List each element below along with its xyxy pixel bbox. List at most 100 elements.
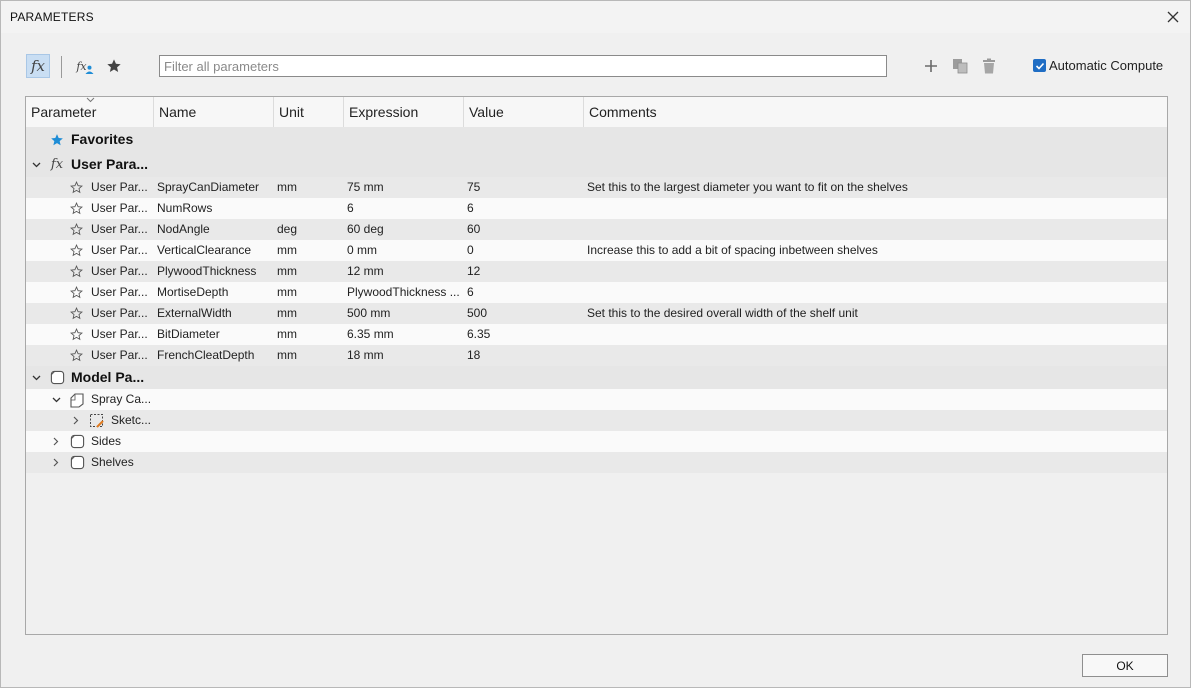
unit-cell[interactable]: mm: [277, 324, 343, 345]
tree-row-sketch[interactable]: Sketc...: [26, 410, 1167, 431]
name-cell[interactable]: MortiseDepth: [157, 282, 273, 303]
chevron-down-icon[interactable]: [30, 366, 42, 389]
window-title: PARAMETERS: [10, 10, 94, 24]
expression-cell[interactable]: 75 mm: [347, 177, 463, 198]
comments-cell[interactable]: Set this to the desired overall width of…: [587, 303, 1157, 324]
comments-cell[interactable]: Set this to the largest diameter you wan…: [587, 177, 1157, 198]
table-row[interactable]: User Par... VerticalClearance mm 0 mm 0 …: [26, 240, 1167, 261]
tree-row-shelves[interactable]: Shelves: [26, 452, 1167, 473]
tree-row-spray-can[interactable]: Spray Ca...: [26, 389, 1167, 410]
name-cell[interactable]: NumRows: [157, 198, 273, 219]
user-parameters-group-row[interactable]: fx User Para...: [26, 152, 1167, 177]
show-all-parameters-button[interactable]: fx: [26, 54, 50, 78]
user-parameters-group-label: User Para...: [71, 156, 149, 172]
star-outline-icon[interactable]: [69, 219, 83, 240]
automatic-compute-checkbox[interactable]: [1033, 59, 1046, 72]
expression-cell[interactable]: 12 mm: [347, 261, 463, 282]
star-outline-icon[interactable]: [69, 324, 83, 345]
unit-cell[interactable]: deg: [277, 219, 343, 240]
chevron-right-icon[interactable]: [50, 452, 62, 473]
column-header-name[interactable]: Name: [154, 97, 274, 127]
star-outline-icon[interactable]: [69, 240, 83, 261]
chevron-down-icon[interactable]: [30, 152, 42, 177]
comments-cell[interactable]: [587, 219, 1157, 240]
name-cell[interactable]: FrenchCleatDepth: [157, 345, 273, 366]
name-cell[interactable]: SprayCanDiameter: [157, 177, 273, 198]
unit-cell[interactable]: mm: [277, 345, 343, 366]
parameter-cell: User Par...: [91, 306, 148, 320]
unit-cell[interactable]: mm: [277, 240, 343, 261]
table-header: Parameter Name Unit Expression Value Com…: [26, 97, 1167, 127]
table-row[interactable]: User Par... NumRows 6 6: [26, 198, 1167, 219]
comments-cell[interactable]: Increase this to add a bit of spacing in…: [587, 240, 1157, 261]
chevron-right-icon[interactable]: [50, 431, 62, 452]
expression-cell[interactable]: PlywoodThickness ...: [347, 282, 463, 303]
unit-cell[interactable]: mm: [277, 303, 343, 324]
fx-glyph: fx: [50, 157, 64, 172]
parameter-cell: User Par...: [91, 327, 148, 341]
name-cell[interactable]: BitDiameter: [157, 324, 273, 345]
star-filled-icon: [50, 127, 64, 152]
table-row[interactable]: User Par... SprayCanDiameter mm 75 mm 75…: [26, 177, 1167, 198]
comments-cell[interactable]: [587, 198, 1157, 219]
chevron-down-icon[interactable]: [50, 389, 62, 410]
unit-cell[interactable]: [277, 198, 343, 219]
expression-cell[interactable]: 500 mm: [347, 303, 463, 324]
comments-cell[interactable]: [587, 324, 1157, 345]
tree-label-spray-can: Spray Ca...: [91, 392, 152, 406]
value-cell: 18: [467, 348, 481, 362]
parameter-cell: User Par...: [91, 180, 148, 194]
comments-cell[interactable]: [587, 261, 1157, 282]
name-cell[interactable]: NodAngle: [157, 219, 273, 240]
table-row[interactable]: User Par... FrenchCleatDepth mm 18 mm 18: [26, 345, 1167, 366]
expression-cell[interactable]: 6: [347, 198, 463, 219]
table-row[interactable]: User Par... BitDiameter mm 6.35 mm 6.35: [26, 324, 1167, 345]
delete-parameter-button[interactable]: [977, 54, 1001, 78]
tree-row-sides[interactable]: Sides: [26, 431, 1167, 452]
add-parameter-button[interactable]: [919, 54, 943, 78]
copy-parameter-button[interactable]: [948, 54, 972, 78]
user-parameters-filter-button[interactable]: fx: [73, 54, 97, 78]
star-outline-icon[interactable]: [69, 303, 83, 324]
automatic-compute-toggle[interactable]: Automatic Compute: [1033, 58, 1163, 73]
star-outline-icon[interactable]: [69, 261, 83, 282]
unit-cell[interactable]: mm: [277, 261, 343, 282]
column-header-unit[interactable]: Unit: [274, 97, 344, 127]
unit-cell[interactable]: mm: [277, 177, 343, 198]
column-header-comments[interactable]: Comments: [584, 97, 1167, 127]
star-outline-icon[interactable]: [69, 198, 83, 219]
comments-cell[interactable]: [587, 282, 1157, 303]
name-cell[interactable]: VerticalClearance: [157, 240, 273, 261]
star-outline-icon[interactable]: [69, 345, 83, 366]
table-row[interactable]: User Par... MortiseDepth mm PlywoodThick…: [26, 282, 1167, 303]
tree-label-shelves: Shelves: [91, 455, 134, 469]
user-icon: [85, 65, 94, 74]
favorites-group-label: Favorites: [71, 131, 134, 147]
table-row[interactable]: User Par... NodAngle deg 60 deg 60: [26, 219, 1167, 240]
name-cell[interactable]: PlywoodThickness: [157, 261, 273, 282]
star-outline-icon[interactable]: [69, 282, 83, 303]
expression-cell[interactable]: 60 deg: [347, 219, 463, 240]
chevron-right-icon[interactable]: [70, 410, 82, 431]
table-row[interactable]: User Par... ExternalWidth mm 500 mm 500 …: [26, 303, 1167, 324]
star-outline-icon[interactable]: [69, 177, 83, 198]
favorites-filter-button[interactable]: [102, 54, 126, 78]
model-parameters-group-row[interactable]: Model Pa...: [26, 366, 1167, 389]
star-filled-icon: [107, 59, 121, 72]
column-header-parameter[interactable]: Parameter: [26, 97, 154, 127]
expression-cell[interactable]: 0 mm: [347, 240, 463, 261]
expression-cell[interactable]: 6.35 mm: [347, 324, 463, 345]
table-row[interactable]: User Par... PlywoodThickness mm 12 mm 12: [26, 261, 1167, 282]
column-header-value[interactable]: Value: [464, 97, 584, 127]
comments-cell[interactable]: [587, 345, 1157, 366]
favorites-group-row[interactable]: Favorites: [26, 127, 1167, 152]
filter-parameters-input[interactable]: [159, 55, 887, 77]
expression-cell[interactable]: 18 mm: [347, 345, 463, 366]
ok-button[interactable]: OK: [1082, 654, 1168, 677]
plus-icon: [925, 60, 937, 72]
unit-cell[interactable]: mm: [277, 282, 343, 303]
close-button[interactable]: [1156, 1, 1190, 33]
ok-button-label: OK: [1116, 658, 1134, 673]
column-header-expression[interactable]: Expression: [344, 97, 464, 127]
name-cell[interactable]: ExternalWidth: [157, 303, 273, 324]
